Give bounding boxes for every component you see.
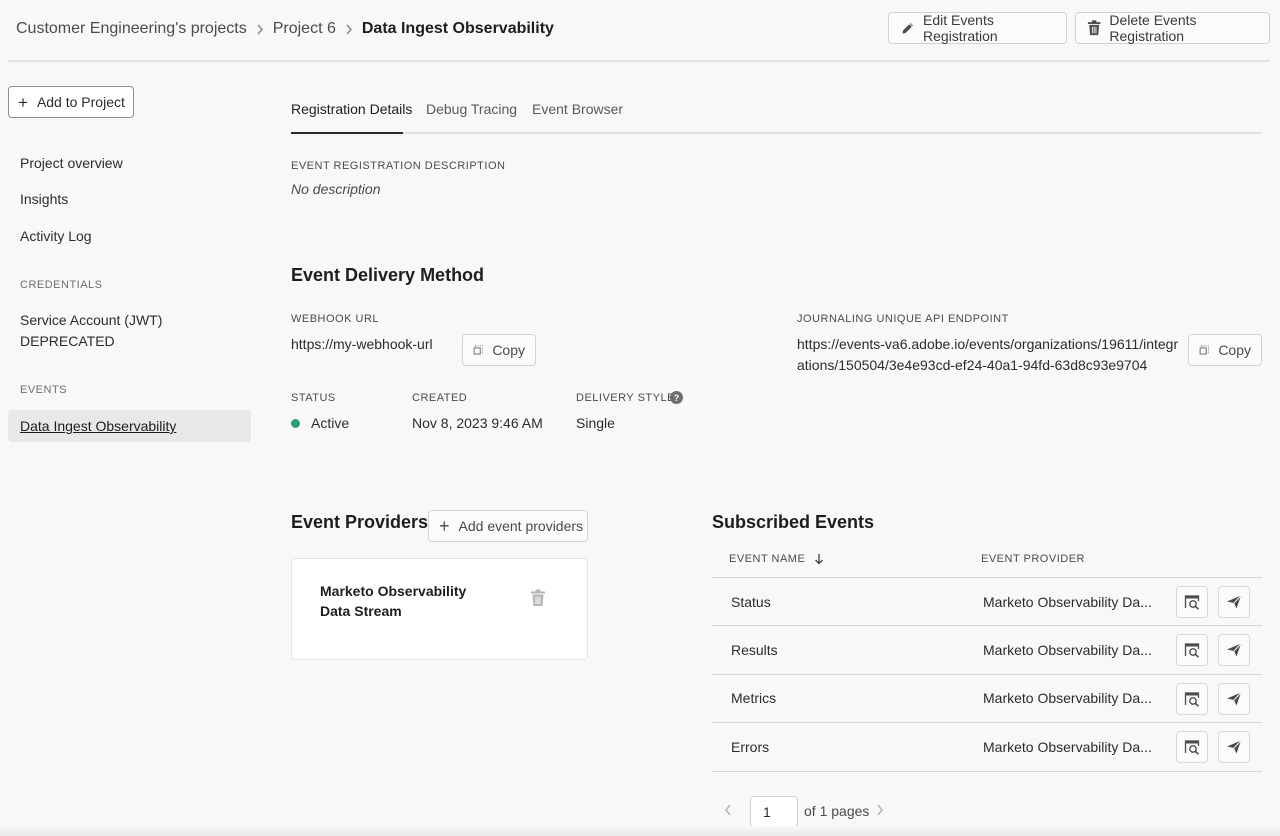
edit-events-registration-label: Edit Events Registration — [923, 12, 998, 44]
event-row-provider: Marketo Observability Da... — [983, 739, 1152, 755]
event-details-button[interactable] — [1176, 683, 1208, 715]
remove-provider-trash-icon[interactable] — [530, 589, 546, 612]
plus-icon: + — [18, 92, 28, 112]
breadcrumb-projects-link[interactable]: Customer Engineering's projects — [16, 20, 247, 38]
event-row-provider: Marketo Observability Da... — [983, 642, 1152, 658]
event-row-provider: Marketo Observability Da... — [983, 690, 1152, 706]
breadcrumb-project-link[interactable]: Project 6 — [273, 20, 336, 38]
add-event-providers-button[interactable]: + Add event providers — [428, 510, 588, 542]
breadcrumb-current: Data Ingest Observability — [361, 20, 554, 37]
created-value: Nov 8, 2023 9:46 AM — [412, 415, 543, 431]
bottom-edge-shadow — [0, 826, 1280, 836]
send-paper-plane-icon — [1227, 643, 1242, 657]
tab-event-browser[interactable]: Event Browser — [532, 101, 623, 117]
status-dot — [291, 419, 300, 428]
event-row-provider: Marketo Observability Da... — [983, 594, 1152, 610]
event-details-button[interactable] — [1176, 731, 1208, 763]
provider-name-line2: Data Stream — [320, 603, 402, 619]
chevron-right-icon — [256, 24, 264, 35]
event-provider-card: Marketo Observability Data Stream — [291, 558, 588, 660]
breadcrumb: Customer Engineering's projects Project … — [16, 18, 554, 40]
sidebar-item-activity-log[interactable]: Activity Log — [20, 228, 92, 244]
page-number-input[interactable] — [750, 796, 798, 827]
next-page-chevron-icon[interactable] — [876, 803, 884, 819]
deprecated-label: DEPRECATED — [20, 333, 115, 349]
table-divider — [712, 722, 1262, 723]
journaling-endpoint-line2: ations/150504/3e4e93cd-ef24-40a1-94fd-63… — [797, 357, 1148, 373]
event-details-button[interactable] — [1176, 586, 1208, 618]
browse-search-icon — [1184, 643, 1200, 658]
sidebar-item-data-ingest-observability[interactable]: Data Ingest Observability — [8, 410, 251, 442]
event-providers-title: Event Providers — [291, 512, 429, 532]
copy-icon — [473, 345, 483, 355]
copy-webhook-url-button[interactable]: Copy — [462, 334, 536, 366]
tab-registration-details[interactable]: Registration Details — [291, 101, 412, 117]
trash-icon — [1087, 20, 1101, 36]
event-row-name: Status — [731, 594, 771, 610]
copy-label: Copy — [1218, 342, 1251, 358]
plus-icon: + — [439, 516, 450, 536]
delivery-style-value: Single — [576, 415, 615, 431]
table-divider — [712, 674, 1262, 675]
webhook-url-label: WEBHOOK URL — [291, 313, 380, 325]
send-test-event-button[interactable] — [1218, 586, 1250, 618]
webhook-url-value: https://my-webhook-url — [291, 336, 433, 352]
event-name-column-label: EVENT NAME — [729, 553, 806, 565]
table-divider — [712, 577, 1262, 578]
copy-icon — [1199, 345, 1209, 355]
status-label: STATUS — [291, 392, 336, 404]
delete-events-registration-button[interactable]: Delete Events Registration — [1075, 12, 1270, 44]
send-test-event-button[interactable] — [1218, 683, 1250, 715]
event-row-name: Errors — [731, 739, 770, 755]
header-divider — [8, 60, 1270, 62]
active-tab-indicator — [291, 132, 403, 134]
event-details-button[interactable] — [1176, 634, 1208, 666]
send-paper-plane-icon — [1227, 692, 1242, 706]
pencil-icon — [902, 22, 913, 34]
event-row-name: Results — [731, 642, 778, 658]
send-paper-plane-icon — [1227, 740, 1242, 754]
add-event-providers-label: Add event providers — [458, 518, 584, 534]
description-label: EVENT REGISTRATION DESCRIPTION — [291, 160, 506, 172]
events-heading: EVENTS — [20, 384, 68, 396]
sort-arrow-down-icon — [815, 554, 824, 565]
send-test-event-button[interactable] — [1218, 731, 1250, 763]
page-count-text: of 1 pages — [804, 803, 870, 819]
delivery-style-label: DELIVERY STYLE — [576, 392, 675, 404]
provider-name-line1: Marketo Observability — [320, 583, 467, 599]
chevron-right-icon — [345, 24, 353, 35]
tabs-divider — [291, 132, 1261, 134]
subscribed-events-title: Subscribed Events — [712, 512, 875, 532]
tab-debug-tracing[interactable]: Debug Tracing — [426, 101, 517, 117]
journaling-endpoint-label: JOURNALING UNIQUE API ENDPOINT — [797, 313, 1009, 325]
provider-name: Marketo Observability Data Stream — [320, 581, 470, 621]
event-row-name: Metrics — [731, 690, 777, 706]
help-icon[interactable]: ? — [670, 391, 683, 404]
send-test-event-button[interactable] — [1218, 634, 1250, 666]
event-provider-column-header: EVENT PROVIDER — [981, 553, 1085, 565]
sidebar-item-insights[interactable]: Insights — [20, 191, 68, 207]
previous-page-chevron-icon[interactable] — [724, 803, 732, 819]
table-divider — [712, 771, 1262, 772]
add-to-project-label: Add to Project — [36, 94, 125, 110]
browse-search-icon — [1184, 740, 1200, 755]
send-paper-plane-icon — [1227, 595, 1242, 609]
add-to-project-button[interactable]: + Add to Project — [8, 86, 134, 118]
table-divider — [712, 625, 1262, 626]
copy-journaling-endpoint-button[interactable]: Copy — [1188, 334, 1262, 366]
sidebar-item-project-overview[interactable]: Project overview — [20, 155, 123, 171]
event-name-column-header[interactable]: EVENT NAME — [729, 553, 824, 565]
created-label: CREATED — [412, 392, 468, 404]
event-delivery-method-title: Event Delivery Method — [291, 265, 485, 285]
status-value: Active — [311, 415, 350, 431]
description-value: No description — [291, 181, 381, 197]
browse-search-icon — [1184, 595, 1200, 610]
credentials-heading: CREDENTIALS — [20, 279, 103, 291]
edit-events-registration-button[interactable]: Edit Events Registration — [888, 12, 1067, 44]
delete-events-registration-label: Delete Events Registration — [1109, 12, 1197, 44]
journaling-endpoint-line1: https://events-va6.adobe.io/events/organ… — [797, 336, 1179, 352]
sidebar-item-service-account[interactable]: Service Account (JWT) — [20, 312, 162, 328]
browse-search-icon — [1184, 692, 1200, 707]
copy-label: Copy — [492, 342, 525, 358]
